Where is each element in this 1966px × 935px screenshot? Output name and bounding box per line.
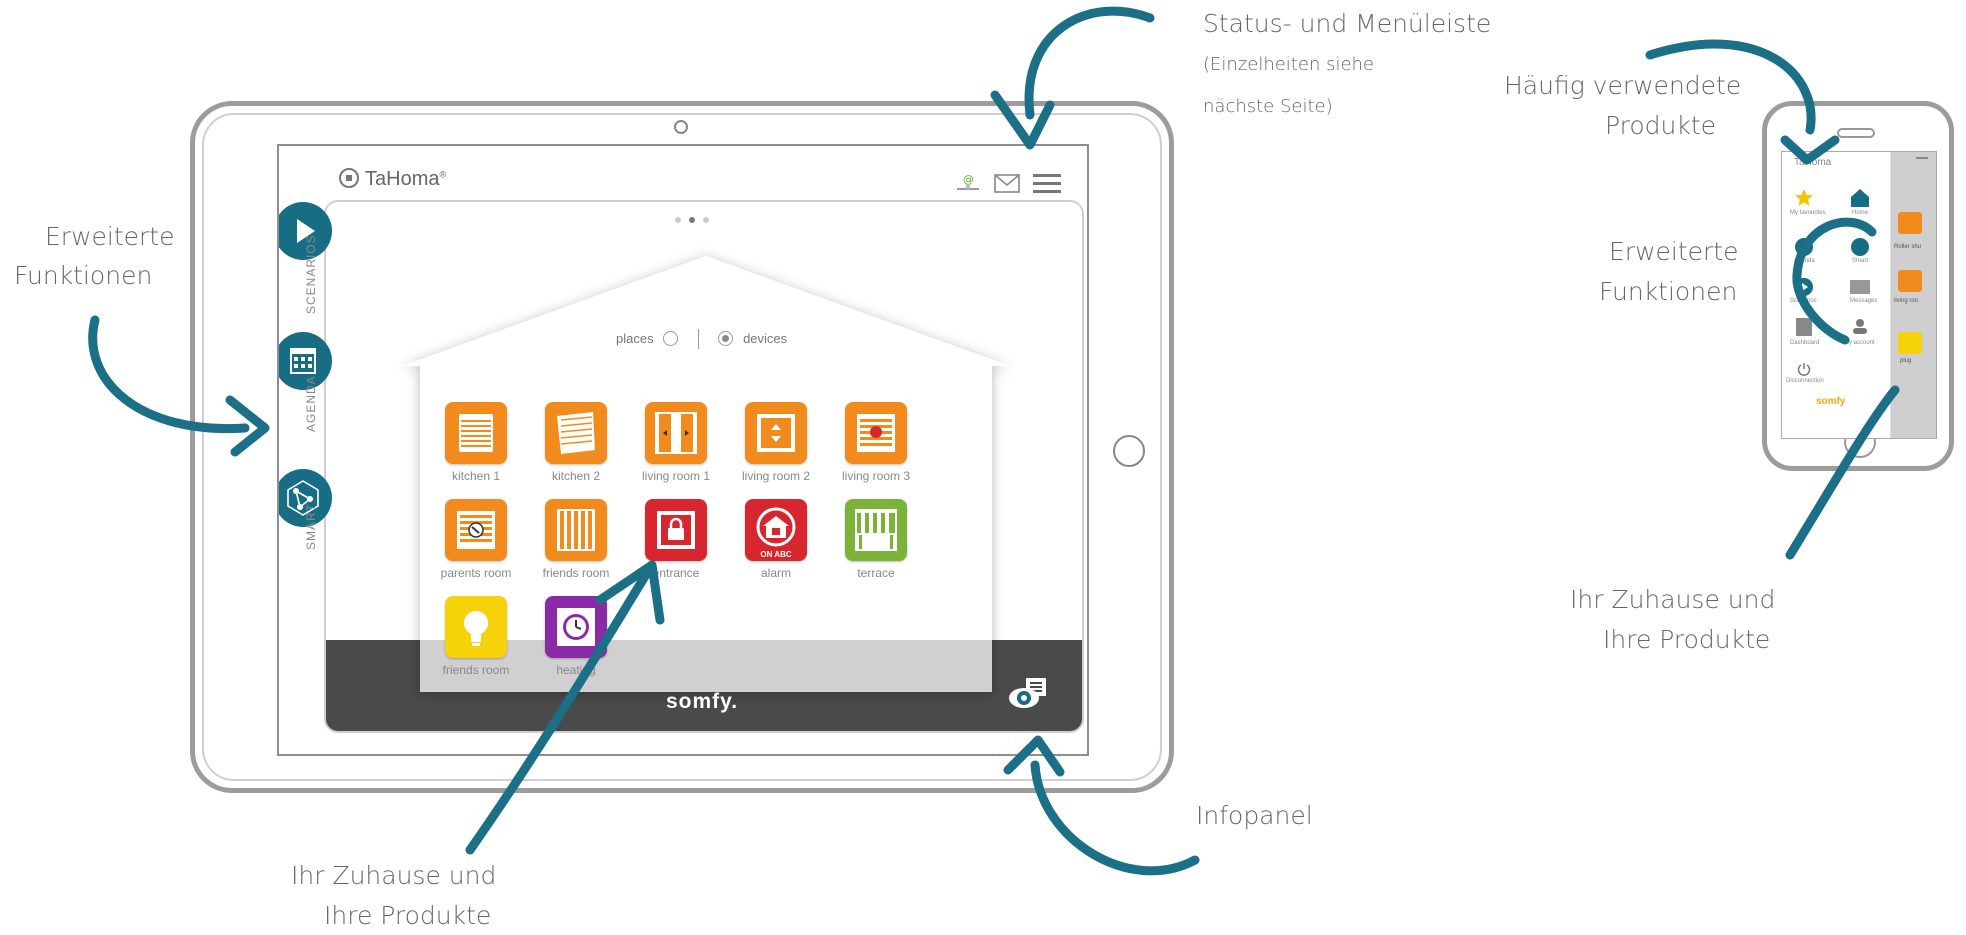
annotation-status-menu: Status- und Menüleiste (1203, 9, 1492, 38)
annotation-extended-functions: Erweiterte (45, 222, 175, 251)
annotation-infopanel: Infopanel (1196, 801, 1313, 830)
annotation-extended-functions-right: Erweiterte (1609, 237, 1739, 266)
status-arrowhead (990, 90, 1055, 150)
annotation-home-products-right: Ihre Produkte (1603, 625, 1771, 654)
annotation-frequent-products: Produkte (1605, 111, 1717, 140)
annotation-extended-functions: Funktionen (14, 261, 153, 290)
left-functions-arrow (88, 315, 250, 434)
annotation-home-products-right: Ihr Zuhause und (1570, 585, 1776, 614)
status-arrow (1024, 6, 1155, 120)
right-home-products-arrow (1785, 385, 1900, 560)
home-products-arrow (465, 563, 655, 855)
annotation-status-menu-detail: (Einzelheiten siehe (1203, 54, 1375, 75)
annotation-extended-functions-right: Funktionen (1599, 277, 1738, 306)
annotation-home-products: Ihre Produkte (324, 901, 492, 930)
infopanel-arrow (1030, 760, 1200, 876)
frequent-arrowhead (1780, 135, 1840, 165)
annotation-status-menu-detail: nächste Seite) (1203, 96, 1333, 117)
annotation-frequent-products: Häufig verwendete (1504, 71, 1742, 100)
right-functions-arrow (1792, 217, 1877, 345)
annotation-home-products: Ihr Zuhause und (291, 861, 497, 890)
